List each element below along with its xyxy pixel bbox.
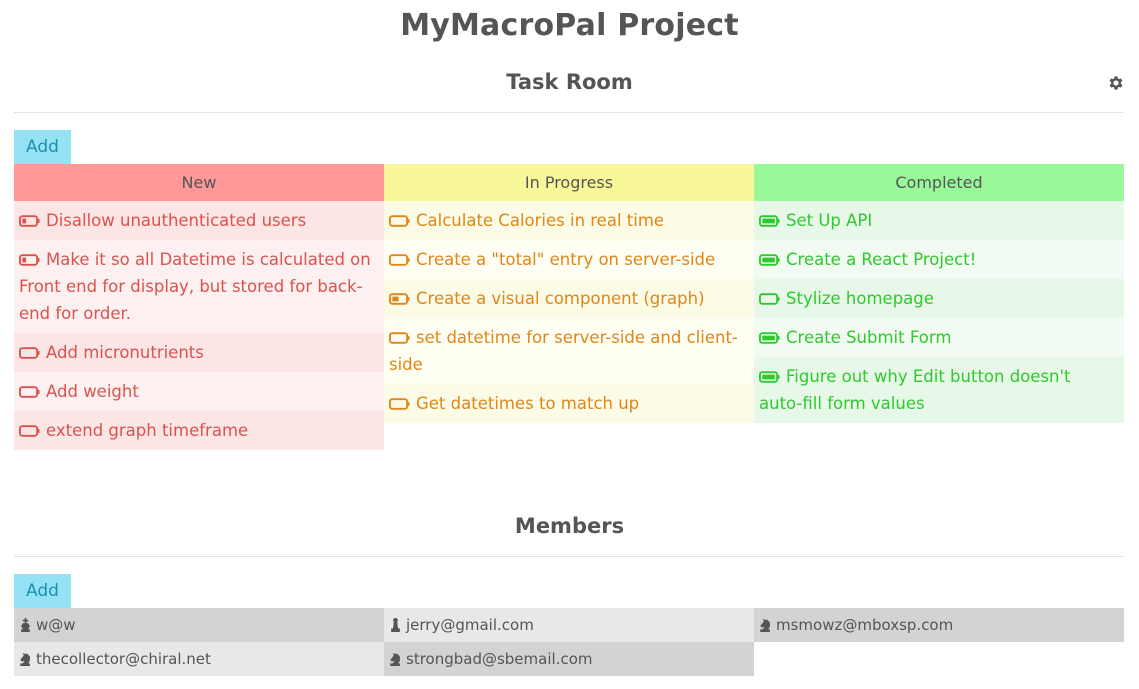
task-card[interactable]: Create a React Project! <box>754 240 1124 279</box>
task-card[interactable]: Create Submit Form <box>754 318 1124 357</box>
add-member-button[interactable]: Add <box>14 574 71 608</box>
chess-pawn-icon <box>391 618 400 632</box>
member-email: w@w <box>36 616 76 634</box>
task-text: Create a visual component (graph) <box>416 289 705 308</box>
battery-full-icon <box>759 293 780 305</box>
battery-low-icon <box>19 386 40 398</box>
battery-low-icon <box>19 347 40 359</box>
task-card[interactable]: extend graph timeframe <box>14 411 384 450</box>
member-email: msmowz@mboxsp.com <box>776 616 954 634</box>
battery-half-icon <box>389 398 410 410</box>
task-card[interactable]: Get datetimes to match up <box>384 384 754 423</box>
add-task-button[interactable]: Add <box>14 130 71 164</box>
member-email: jerry@gmail.com <box>406 616 534 634</box>
column-header: Completed <box>754 164 1124 201</box>
member-item[interactable]: w@w <box>14 608 384 642</box>
battery-full-icon <box>759 371 780 383</box>
member-item[interactable]: msmowz@mboxsp.com <box>754 608 1124 642</box>
task-card[interactable]: Calculate Calories in real time <box>384 201 754 240</box>
battery-full-icon <box>759 215 780 227</box>
task-text: Add micronutrients <box>46 343 204 362</box>
divider <box>14 556 1124 557</box>
task-text: Set Up API <box>786 211 873 230</box>
chess-knight-icon <box>20 652 30 666</box>
task-text: Create a "total" entry on server-side <box>416 250 716 269</box>
battery-half-icon <box>389 332 410 344</box>
task-text: Add weight <box>46 382 139 401</box>
task-text: Create Submit Form <box>786 328 952 347</box>
gear-icon[interactable] <box>1107 74 1125 92</box>
chess-king-icon <box>21 618 30 632</box>
task-card[interactable]: Set Up API <box>754 201 1124 240</box>
column-new: New Disallow unauthenticated users Make it… <box>14 164 384 450</box>
task-text: Get datetimes to match up <box>416 394 640 413</box>
battery-full-icon <box>759 254 780 266</box>
chess-knight-icon <box>390 652 400 666</box>
task-card[interactable]: Add micronutrients <box>14 333 384 372</box>
task-room-title: Task Room <box>506 70 633 94</box>
members-title: Members <box>514 514 625 538</box>
task-text: Disallow unauthenticated users <box>46 211 307 230</box>
battery-full-icon <box>759 332 780 344</box>
member-item[interactable]: thecollector@chiral.net <box>14 642 384 676</box>
task-text: Make it so all Datetime is calculated on… <box>19 250 371 323</box>
member-item[interactable]: strongbad@sbemail.com <box>384 642 754 676</box>
task-card[interactable]: Stylize homepage <box>754 279 1124 318</box>
task-card[interactable]: Create a "total" entry on server-side <box>384 240 754 279</box>
battery-low-icon <box>19 425 40 437</box>
member-email: thecollector@chiral.net <box>36 650 211 668</box>
battery-half-icon <box>389 215 410 227</box>
column-header: New <box>14 164 384 201</box>
task-card[interactable]: set datetime for server-side and client-… <box>384 318 754 384</box>
project-title: MyMacroPal Project <box>400 8 739 43</box>
divider <box>14 112 1124 113</box>
task-text: Stylize homepage <box>786 289 934 308</box>
column-in-progress: In Progress Calculate Calories in real ti… <box>384 164 754 423</box>
battery-low-icon <box>19 254 40 266</box>
battery-half-icon <box>389 293 410 305</box>
task-text: Create a React Project! <box>786 250 977 269</box>
task-card[interactable]: Create a visual component (graph) <box>384 279 754 318</box>
column-header: In Progress <box>384 164 754 201</box>
member-email: strongbad@sbemail.com <box>406 650 593 668</box>
task-text: set datetime for server-side and client-… <box>389 328 738 374</box>
task-card[interactable]: Make it so all Datetime is calculated on… <box>14 240 384 333</box>
task-text: Figure out why Edit button doesn't auto-… <box>759 367 1071 413</box>
chess-knight-icon <box>760 618 770 632</box>
task-card[interactable]: Add weight <box>14 372 384 411</box>
column-completed: Completed Set Up API Create a React Projec… <box>754 164 1124 423</box>
task-text: Calculate Calories in real time <box>416 211 665 230</box>
battery-low-icon <box>19 215 40 227</box>
task-card[interactable]: Figure out why Edit button doesn't auto-… <box>754 357 1124 423</box>
task-card[interactable]: Disallow unauthenticated users <box>14 201 384 240</box>
battery-half-icon <box>389 254 410 266</box>
member-item[interactable]: jerry@gmail.com <box>384 608 754 642</box>
task-text: extend graph timeframe <box>46 421 249 440</box>
